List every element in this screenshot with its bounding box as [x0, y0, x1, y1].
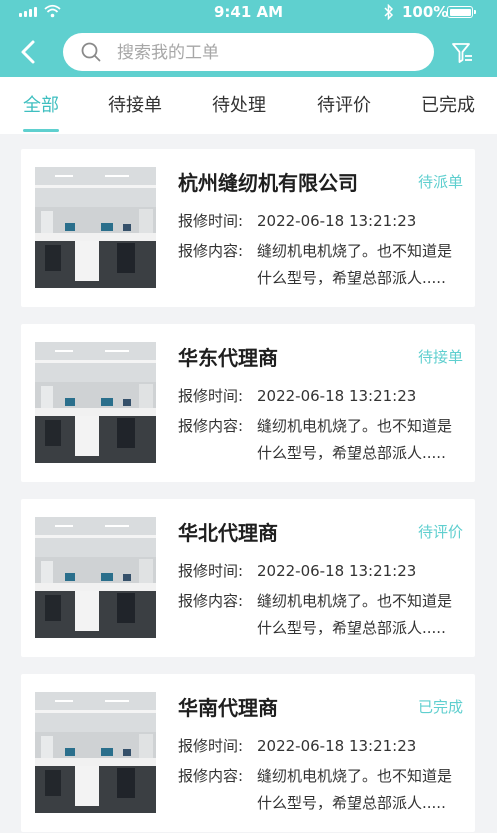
search-input[interactable]: [115, 33, 419, 73]
repair-content-label: 报修内容:: [178, 592, 244, 610]
repair-time-label: 报修时间:: [178, 737, 244, 755]
office-thumbnail: [35, 517, 156, 638]
repair-content-line1: 缝纫机电机烧了。也不知道是: [257, 767, 453, 785]
order-card[interactable]: 华南代理商 已完成 报修时间: 2022-06-18 13:21:23 报修内容:…: [21, 674, 475, 832]
repair-content-line2: 什么型号，希望总部派人.....: [257, 444, 446, 462]
repair-content-label: 报修内容:: [178, 767, 244, 785]
repair-time: 报修时间: 2022-06-18 13:21:23: [178, 735, 416, 756]
repair-content-line1: 缝纫机电机烧了。也不知道是: [257, 592, 453, 610]
status-bar: 9:41 AM 100%: [0, 0, 497, 26]
tab-bar: 全部 待接单 待处理 待评价 已完成: [0, 77, 497, 134]
search-box[interactable]: [63, 33, 434, 73]
battery-percent: 100%: [402, 3, 449, 21]
repair-content: 报修内容: 缝纫机电机烧了。也不知道是: [178, 765, 452, 786]
company-name: 华南代理商: [178, 696, 278, 720]
repair-time-value: 2022-06-18 13:21:23: [257, 562, 417, 580]
active-tab-indicator: [23, 129, 59, 132]
repair-time-value: 2022-06-18 13:21:23: [257, 212, 417, 230]
repair-time: 报修时间: 2022-06-18 13:21:23: [178, 560, 416, 581]
repair-content-label: 报修内容:: [178, 417, 244, 435]
repair-time-label: 报修时间:: [178, 212, 244, 230]
tab-pending-review[interactable]: 待评价: [317, 91, 371, 117]
order-card[interactable]: 华东代理商 待接单 报修时间: 2022-06-18 13:21:23 报修内容:…: [21, 324, 475, 482]
status-badge: 待派单: [417, 173, 463, 191]
back-button[interactable]: [14, 38, 44, 68]
order-card[interactable]: 杭州缝纫机有限公司 待派单 报修时间: 2022-06-18 13:21:23 报…: [21, 149, 475, 307]
company-name: 杭州缝纫机有限公司: [178, 171, 358, 195]
repair-time-value: 2022-06-18 13:21:23: [257, 737, 417, 755]
order-card[interactable]: 华北代理商 待评价 报修时间: 2022-06-18 13:21:23 报修内容:…: [21, 499, 475, 657]
status-badge: 已完成: [417, 698, 463, 716]
status-badge: 待接单: [417, 348, 463, 366]
office-thumbnail: [35, 342, 156, 463]
bluetooth-icon: [384, 4, 394, 20]
repair-content-line1: 缝纫机电机烧了。也不知道是: [257, 242, 453, 260]
tab-pending-accept[interactable]: 待接单: [108, 91, 162, 117]
header-bar: 9:41 AM 100%: [0, 0, 497, 77]
tab-all[interactable]: 全部: [23, 91, 59, 117]
repair-content-line2: 什么型号，希望总部派人.....: [257, 619, 446, 637]
repair-content-line2: 什么型号，希望总部派人.....: [257, 794, 446, 812]
filter-icon[interactable]: [450, 41, 474, 65]
repair-content-line2: 什么型号，希望总部派人.....: [257, 269, 446, 287]
company-name: 华北代理商: [178, 521, 278, 545]
status-badge: 待评价: [417, 523, 463, 541]
repair-content: 报修内容: 缝纫机电机烧了。也不知道是: [178, 240, 452, 261]
repair-time-label: 报修时间:: [178, 387, 244, 405]
repair-content-line1: 缝纫机电机烧了。也不知道是: [257, 417, 453, 435]
repair-time: 报修时间: 2022-06-18 13:21:23: [178, 385, 416, 406]
repair-time: 报修时间: 2022-06-18 13:21:23: [178, 210, 416, 231]
repair-content-label: 报修内容:: [178, 242, 244, 260]
repair-content: 报修内容: 缝纫机电机烧了。也不知道是: [178, 590, 452, 611]
office-thumbnail: [35, 167, 156, 288]
office-thumbnail: [35, 692, 156, 813]
tab-completed[interactable]: 已完成: [421, 91, 475, 117]
tab-pending-process[interactable]: 待处理: [212, 91, 266, 117]
battery-icon: [447, 6, 476, 18]
repair-time-label: 报修时间:: [178, 562, 244, 580]
search-icon: [81, 42, 101, 62]
company-name: 华东代理商: [178, 346, 278, 370]
repair-content: 报修内容: 缝纫机电机烧了。也不知道是: [178, 415, 452, 436]
repair-time-value: 2022-06-18 13:21:23: [257, 387, 417, 405]
